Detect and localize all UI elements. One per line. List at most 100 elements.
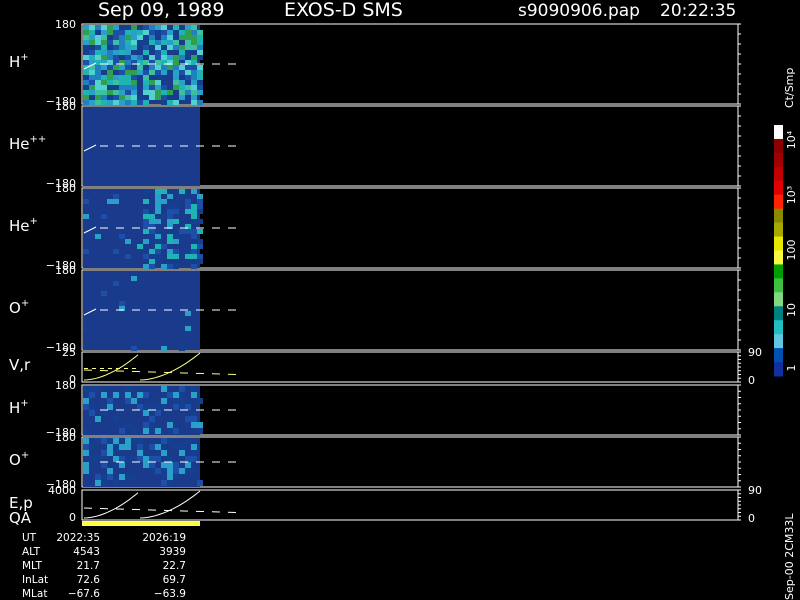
heatmap-cell xyxy=(113,100,119,105)
heatmap-cell xyxy=(83,468,89,474)
panel-5: 180−180H+ xyxy=(9,379,741,439)
heatmap-cell xyxy=(161,398,167,404)
heatmap-cell xyxy=(89,95,95,100)
colorbar-swatch xyxy=(774,306,783,321)
heatmap-cell xyxy=(125,100,131,105)
heatmap-cell xyxy=(179,55,185,60)
heatmap-cell xyxy=(83,45,89,50)
heatmap-cell xyxy=(89,75,95,80)
heatmap-cell xyxy=(95,234,101,239)
panels: 180−180H+180−180He++180−180He+180−180O+2… xyxy=(9,18,762,527)
heatmap-cell xyxy=(167,249,173,254)
heatmap-cell xyxy=(179,85,185,90)
heatmap-cell xyxy=(143,30,149,35)
heatmap-cell xyxy=(95,65,101,70)
heatmap-cell xyxy=(95,40,101,45)
heatmap-cell xyxy=(89,70,95,75)
heatmap-cell xyxy=(83,85,89,90)
heatmap-cell xyxy=(161,95,167,100)
heatmap-cell xyxy=(101,80,107,85)
heatmap-cell xyxy=(179,50,185,55)
heatmap-cell xyxy=(131,70,137,75)
heatmap-cell xyxy=(173,60,179,65)
heatmap-cell xyxy=(83,90,89,95)
heatmap-cell xyxy=(107,474,113,480)
heatmap-cell xyxy=(191,244,197,249)
panel-2: 180−180He+ xyxy=(9,182,741,272)
trace-curve xyxy=(83,490,201,519)
heatmap-cell xyxy=(143,50,149,55)
heatmap-cell xyxy=(83,50,89,55)
colorbar-swatch xyxy=(774,278,783,293)
heatmap-cell xyxy=(131,474,137,480)
heatmap-cell xyxy=(83,438,89,444)
heatmap-cell xyxy=(101,450,107,456)
heatmap-cell xyxy=(119,95,125,100)
heatmap-cell xyxy=(197,40,203,45)
colorbar: Ct/Smp 10⁴ 10³ 100 10 1 xyxy=(774,68,798,377)
heatmap-cell xyxy=(161,30,167,35)
heatmap-cell xyxy=(167,55,173,60)
heatmap-cell xyxy=(95,416,101,422)
heatmap-cell xyxy=(95,100,101,105)
footer-row-name: MLat xyxy=(22,588,47,600)
heatmap-cell xyxy=(143,456,149,462)
heatmap-cell xyxy=(143,392,149,398)
heatmap-cell xyxy=(131,276,137,281)
heatmap-cell xyxy=(185,75,191,80)
footer-row-value-1: 2022:35 xyxy=(56,532,100,544)
panel-label-sup: ++ xyxy=(30,134,47,145)
heatmap-cell xyxy=(119,100,125,105)
heatmap-cell xyxy=(167,65,173,70)
heatmap-cell xyxy=(167,474,173,480)
heatmap-cell xyxy=(191,444,197,450)
heatmap-cell xyxy=(173,70,179,75)
heatmap-cell xyxy=(173,214,179,219)
heatmap-cell xyxy=(143,239,149,244)
heatmap-cell xyxy=(191,35,197,40)
heatmap-cell xyxy=(131,85,137,90)
heatmap-cell xyxy=(119,40,125,45)
heatmap-cell xyxy=(101,65,107,70)
colorbar-swatch xyxy=(774,362,783,377)
heatmap-cell xyxy=(155,189,161,194)
heatmap-cell xyxy=(119,444,125,450)
heatmap-cell xyxy=(179,234,185,239)
heatmap-cell xyxy=(137,456,143,462)
heatmap-cell xyxy=(119,428,125,434)
heatmap-cell xyxy=(161,65,167,70)
heatmap-cell xyxy=(89,35,95,40)
heatmap-cell xyxy=(143,410,149,416)
heatmap-cell xyxy=(197,85,203,90)
heatmap-cell xyxy=(179,90,185,95)
heatmap-cell xyxy=(101,35,107,40)
heatmap-cell xyxy=(161,264,167,269)
heatmap-cell xyxy=(173,462,179,468)
right-tick-top: 90 xyxy=(748,484,762,497)
trace-curve xyxy=(83,352,201,381)
heatmap-cell xyxy=(113,55,119,60)
heatmap-cell xyxy=(185,65,191,70)
heatmap-cell xyxy=(125,474,131,480)
heatmap-cell xyxy=(119,45,125,50)
panel-label: He++ xyxy=(9,134,46,153)
heatmap-cell xyxy=(83,70,89,75)
heatmap-cell xyxy=(83,75,89,80)
heatmap-cell xyxy=(89,85,95,90)
heatmap-cell xyxy=(197,80,203,85)
heatmap-cell xyxy=(155,45,161,50)
heatmap-cell xyxy=(191,80,197,85)
heatmap-cell xyxy=(191,209,197,214)
heatmap-cell xyxy=(173,55,179,60)
panel-3: 180−180O+ xyxy=(9,264,741,354)
y-tick-top: 180 xyxy=(55,264,76,277)
heatmap-cell xyxy=(119,301,125,306)
heatmap-cell xyxy=(149,219,155,224)
heatmap-cell xyxy=(149,35,155,40)
heatmap-cell xyxy=(161,386,167,392)
heatmap-cell xyxy=(167,456,173,462)
heatmap-cell xyxy=(107,40,113,45)
heatmap-cell xyxy=(185,249,191,254)
heatmap-cell xyxy=(155,80,161,85)
heatmap-cell xyxy=(101,410,107,416)
